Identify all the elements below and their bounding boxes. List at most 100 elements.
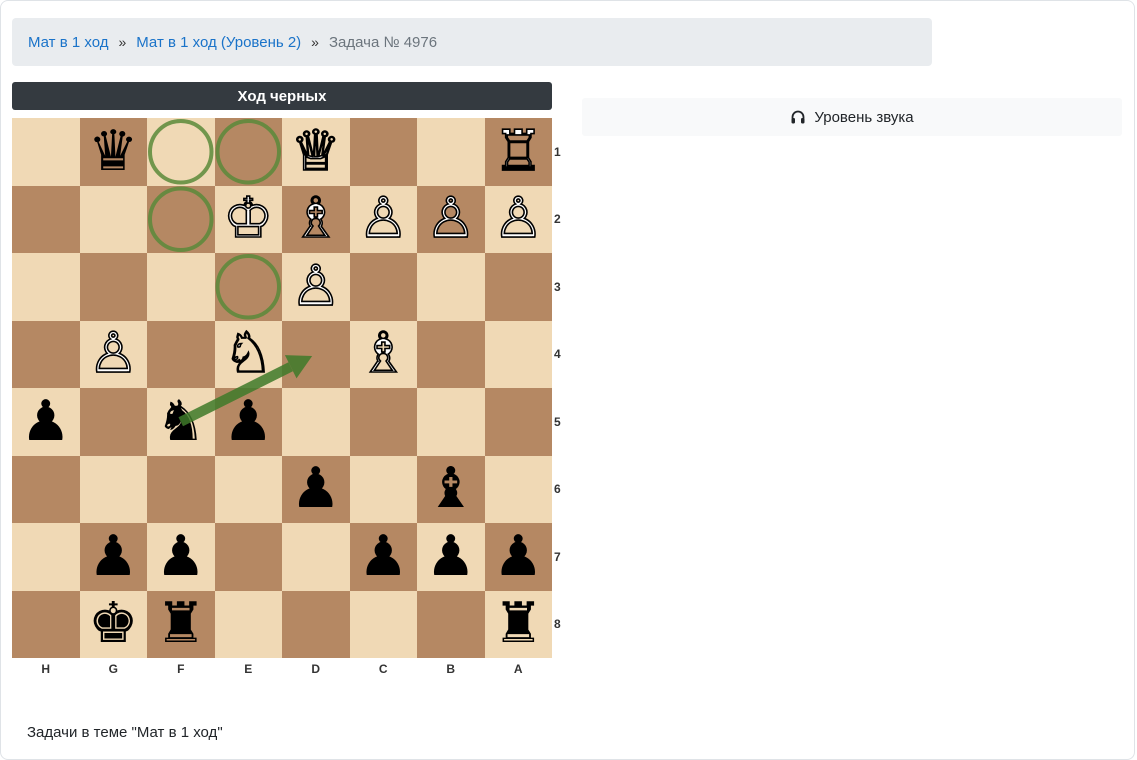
black-pawn-piece[interactable]: ♟ [417,523,485,591]
white-pawn-piece[interactable]: ♙ [80,321,148,389]
square-a8[interactable]: ♜ [484,590,553,659]
white-bishop-piece[interactable]: ♗ [350,321,418,389]
square-a2[interactable]: ♙ [484,185,553,254]
square-a4[interactable] [484,320,552,388]
black-pawn-piece[interactable]: ♟ [147,523,215,591]
white-knight-piece[interactable]: ♘ [215,321,283,389]
square-c2[interactable]: ♙ [349,185,418,254]
square-d7[interactable] [282,523,350,591]
square-g1[interactable]: ♛ [79,118,148,186]
file-label: G [108,662,118,676]
square-e4[interactable]: ♘ [214,320,283,389]
file-label: A [513,662,523,676]
square-d5[interactable] [282,388,350,456]
square-c8[interactable] [349,590,417,658]
square-f7[interactable]: ♟ [147,523,215,591]
topic-title: Задачи в теме "Мат в 1 ход" [27,724,223,741]
square-e7[interactable] [214,523,282,591]
square-b6[interactable]: ♝ [417,455,485,524]
square-b7[interactable]: ♟ [417,523,485,591]
square-h4[interactable] [12,320,80,388]
square-g2[interactable] [79,185,147,253]
square-f3[interactable] [147,253,215,321]
square-f2[interactable] [147,185,215,253]
square-f8[interactable]: ♜ [147,590,215,659]
file-label: E [244,662,253,676]
square-c7[interactable]: ♟ [349,523,418,591]
black-pawn-piece[interactable]: ♟ [80,523,148,591]
breadcrumb-link-mate-in-1-level-2[interactable]: Мат в 1 ход (Уровень 2) [136,34,301,51]
square-a6[interactable] [484,455,552,523]
black-pawn-piece[interactable]: ♟ [485,523,553,591]
square-h6[interactable] [12,455,80,523]
breadcrumb: Мат в 1 ход » Мат в 1 ход (Уровень 2) » … [12,18,932,66]
breadcrumb-link-mate-in-1[interactable]: Мат в 1 ход [28,34,108,51]
square-e2[interactable]: ♔ [214,185,283,254]
square-a3[interactable] [484,253,552,321]
file-label: C [378,662,388,676]
black-pawn-piece[interactable]: ♟ [215,388,283,456]
square-c5[interactable] [349,388,417,456]
square-h2[interactable] [12,185,80,253]
black-bishop-piece[interactable]: ♝ [417,456,485,524]
white-king-piece[interactable]: ♔ [215,186,283,254]
black-queen-piece[interactable]: ♛ [80,118,148,186]
square-h1[interactable] [12,118,80,186]
square-g5[interactable] [79,388,147,456]
square-d2[interactable]: ♗ [282,185,350,254]
square-c4[interactable]: ♗ [349,320,418,389]
square-b3[interactable] [417,253,485,321]
square-a7[interactable]: ♟ [484,523,553,591]
black-pawn-piece[interactable]: ♟ [350,523,418,591]
white-pawn-piece[interactable]: ♙ [485,186,553,254]
square-e1[interactable] [214,118,282,186]
square-d6[interactable]: ♟ [282,455,350,524]
square-b2[interactable]: ♙ [417,185,485,254]
black-rook-piece[interactable]: ♜ [147,591,215,659]
square-h8[interactable] [12,590,80,658]
black-pawn-piece[interactable]: ♟ [12,388,80,456]
square-g8[interactable]: ♚ [79,590,148,659]
square-h7[interactable] [12,523,80,591]
black-rook-piece[interactable]: ♜ [485,591,553,659]
square-a1[interactable]: ♖ [484,118,553,186]
square-b1[interactable] [417,118,485,186]
square-g7[interactable]: ♟ [79,523,148,591]
square-g6[interactable] [79,455,147,523]
square-f5[interactable]: ♞ [147,388,215,456]
square-g3[interactable] [79,253,147,321]
square-d8[interactable] [282,590,350,658]
square-d3[interactable]: ♙ [282,253,350,321]
square-f6[interactable] [147,455,215,523]
breadcrumb-separator: » [311,34,319,50]
square-e5[interactable]: ♟ [214,388,283,456]
white-rook-piece[interactable]: ♖ [485,118,553,186]
square-d1[interactable]: ♕ [282,118,350,186]
square-e3[interactable] [214,253,282,321]
black-king-piece[interactable]: ♚ [80,591,148,659]
white-pawn-piece[interactable]: ♙ [417,186,485,254]
square-f1[interactable] [147,118,215,186]
square-g4[interactable]: ♙ [79,320,148,389]
square-d4[interactable] [282,320,350,388]
square-b4[interactable] [417,320,485,388]
square-a5[interactable] [484,388,552,456]
white-pawn-piece[interactable]: ♙ [282,253,350,321]
square-h3[interactable] [12,253,80,321]
square-c1[interactable] [349,118,417,186]
board-squares: ♛ ♕ ♖ ♔ ♗ ♙ ♙ ♙ ♙ ♙ ♘ ♗ ♟ ♞ ♟ ♟ ♝ ♟ ♟ ♟ ♟ ♟ ♚ ♜ ♜ [12,118,552,658]
sound-level-button[interactable]: Уровень звука [582,98,1122,136]
white-queen-piece[interactable]: ♕ [282,118,350,186]
square-b8[interactable] [417,590,485,658]
black-pawn-piece[interactable]: ♟ [282,456,350,524]
square-e8[interactable] [214,590,282,658]
square-h5[interactable]: ♟ [12,388,80,456]
square-c3[interactable] [349,253,417,321]
square-c6[interactable] [349,455,417,523]
square-f4[interactable] [147,320,215,388]
square-b5[interactable] [417,388,485,456]
white-bishop-piece[interactable]: ♗ [282,186,350,254]
black-knight-piece[interactable]: ♞ [147,388,215,456]
white-pawn-piece[interactable]: ♙ [350,186,418,254]
square-e6[interactable] [214,455,282,523]
